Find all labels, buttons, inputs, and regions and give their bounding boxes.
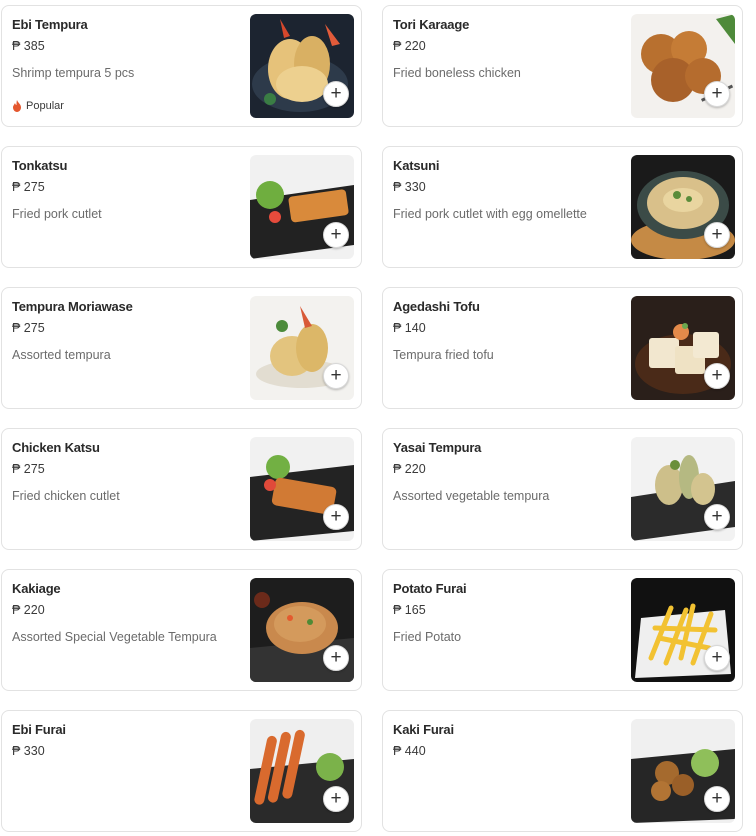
item-description: Assorted Special Vegetable Tempura bbox=[12, 630, 217, 644]
menu-item-card[interactable]: Kakiage ₱ 220 Assorted Special Vegetable… bbox=[1, 569, 362, 691]
add-item-button[interactable]: + bbox=[323, 786, 349, 812]
menu-item-card[interactable]: Agedashi Tofu ₱ 140 Tempura fried tofu + bbox=[382, 287, 743, 409]
item-description: Fried chicken cutlet bbox=[12, 489, 120, 503]
item-price: ₱ 330 bbox=[12, 744, 45, 758]
item-description: Fried Potato bbox=[393, 630, 462, 644]
item-price: ₱ 275 bbox=[12, 321, 45, 335]
item-price: ₱ 220 bbox=[12, 603, 45, 617]
item-name: Potato Furai bbox=[393, 581, 467, 596]
item-name: Ebi Tempura bbox=[12, 17, 88, 32]
plus-icon: + bbox=[330, 787, 342, 809]
item-price: ₱ 220 bbox=[393, 462, 426, 476]
plus-icon: + bbox=[711, 223, 723, 245]
item-name: Yasai Tempura bbox=[393, 440, 482, 455]
add-item-button[interactable]: + bbox=[323, 222, 349, 248]
add-item-button[interactable]: + bbox=[704, 363, 730, 389]
item-price: ₱ 140 bbox=[393, 321, 426, 335]
item-name: Tori Karaage bbox=[393, 17, 470, 32]
menu-item-card[interactable]: Ebi Tempura ₱ 385 Shrimp tempura 5 pcs P… bbox=[1, 5, 362, 127]
add-item-button[interactable]: + bbox=[704, 786, 730, 812]
add-item-button[interactable]: + bbox=[704, 504, 730, 530]
item-name: Ebi Furai bbox=[12, 722, 66, 737]
item-price: ₱ 165 bbox=[393, 603, 426, 617]
item-name: Kakiage bbox=[12, 581, 61, 596]
plus-icon: + bbox=[330, 646, 342, 668]
item-description: Assorted tempura bbox=[12, 348, 111, 362]
add-item-button[interactable]: + bbox=[704, 81, 730, 107]
add-item-button[interactable]: + bbox=[323, 504, 349, 530]
menu-item-card[interactable]: Chicken Katsu ₱ 275 Fried chicken cutlet… bbox=[1, 428, 362, 550]
item-price: ₱ 220 bbox=[393, 39, 426, 53]
plus-icon: + bbox=[711, 82, 723, 104]
plus-icon: + bbox=[711, 505, 723, 527]
item-description: Fried pork cutlet with egg omellette bbox=[393, 207, 587, 221]
add-item-button[interactable]: + bbox=[704, 222, 730, 248]
item-description: Shrimp tempura 5 pcs bbox=[12, 66, 135, 80]
plus-icon: + bbox=[330, 505, 342, 527]
plus-icon: + bbox=[330, 223, 342, 245]
menu-item-card[interactable]: Kaki Furai ₱ 440 + bbox=[382, 710, 743, 832]
menu-item-card[interactable]: Ebi Furai ₱ 330 + bbox=[1, 710, 362, 832]
item-description: Fried pork cutlet bbox=[12, 207, 102, 221]
item-price: ₱ 440 bbox=[393, 744, 426, 758]
item-name: Chicken Katsu bbox=[12, 440, 100, 455]
item-description: Fried boneless chicken bbox=[393, 66, 521, 80]
popular-badge: Popular bbox=[12, 100, 64, 112]
plus-icon: + bbox=[711, 364, 723, 386]
menu-item-card[interactable]: Katsuni ₱ 330 Fried pork cutlet with egg… bbox=[382, 146, 743, 268]
add-item-button[interactable]: + bbox=[323, 363, 349, 389]
item-name: Agedashi Tofu bbox=[393, 299, 480, 314]
plus-icon: + bbox=[330, 364, 342, 386]
plus-icon: + bbox=[711, 646, 723, 668]
add-item-button[interactable]: + bbox=[704, 645, 730, 671]
menu-item-card[interactable]: Yasai Tempura ₱ 220 Assorted vegetable t… bbox=[382, 428, 743, 550]
flame-icon bbox=[13, 100, 21, 112]
plus-icon: + bbox=[330, 82, 342, 104]
menu-item-card[interactable]: Potato Furai ₱ 165 Fried Potato + bbox=[382, 569, 743, 691]
item-price: ₱ 385 bbox=[12, 39, 45, 53]
menu-item-card[interactable]: Tempura Moriawase ₱ 275 Assorted tempura… bbox=[1, 287, 362, 409]
item-name: Kaki Furai bbox=[393, 722, 454, 737]
menu-item-card[interactable]: Tori Karaage ₱ 220 Fried boneless chicke… bbox=[382, 5, 743, 127]
menu-grid: Ebi Tempura ₱ 385 Shrimp tempura 5 pcs P… bbox=[0, 0, 756, 836]
item-name: Tonkatsu bbox=[12, 158, 68, 173]
popular-label: Popular bbox=[26, 100, 64, 112]
item-price: ₱ 275 bbox=[12, 462, 45, 476]
item-name: Tempura Moriawase bbox=[12, 299, 133, 314]
plus-icon: + bbox=[711, 787, 723, 809]
item-price: ₱ 330 bbox=[393, 180, 426, 194]
menu-item-card[interactable]: Tonkatsu ₱ 275 Fried pork cutlet + bbox=[1, 146, 362, 268]
item-description: Tempura fried tofu bbox=[393, 348, 494, 362]
item-name: Katsuni bbox=[393, 158, 440, 173]
add-item-button[interactable]: + bbox=[323, 645, 349, 671]
item-price: ₱ 275 bbox=[12, 180, 45, 194]
add-item-button[interactable]: + bbox=[323, 81, 349, 107]
item-description: Assorted vegetable tempura bbox=[393, 489, 550, 503]
